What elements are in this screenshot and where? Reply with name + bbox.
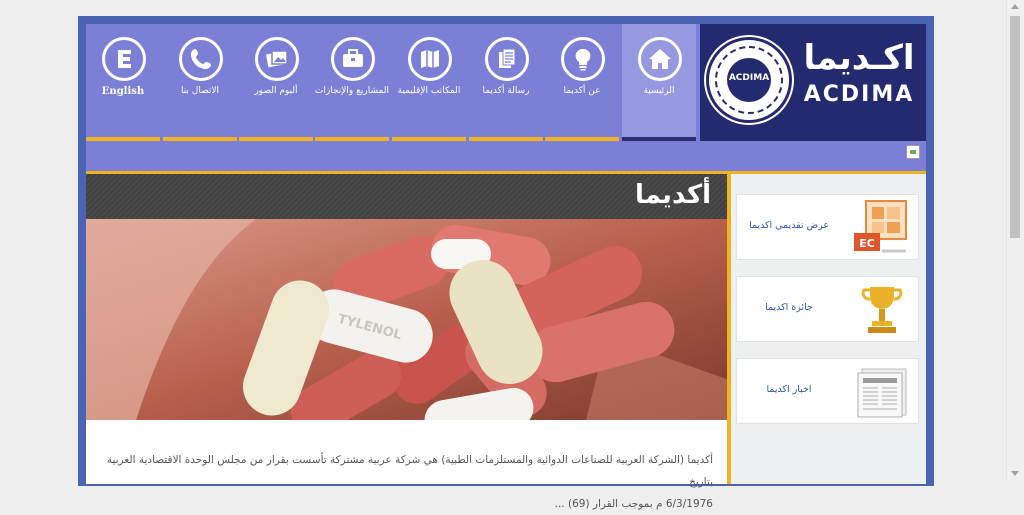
briefcase-icon — [331, 37, 375, 81]
sidebar-item-award[interactable]: جائزة اكديما — [736, 276, 919, 342]
nav-label: English — [101, 86, 145, 97]
home-icon — [638, 37, 682, 81]
nav-label: الرئيسية — [643, 86, 675, 96]
trophy-icon — [852, 281, 912, 339]
main-navigation: English الاتصال بنا ألبوم الصور المشاريع… — [86, 24, 698, 141]
logo-latin-text: ACDIMA — [803, 82, 915, 107]
intro-line: 6/3/1976 م بموجب القرار (69) ... — [554, 498, 713, 510]
sidebar-item-presentation[interactable]: عرض تقديمي اكديما EC — [736, 194, 919, 260]
page-scrollbar[interactable] — [1006, 0, 1024, 481]
nav-item-english[interactable]: English — [86, 24, 160, 141]
sidebar-item-label: جائزة اكديما — [765, 302, 813, 313]
nav-item-home[interactable]: الرئيسية — [622, 24, 696, 141]
title-bar: أكديما — [86, 174, 727, 219]
intro-line: أكديما (الشركة العربية للصناعات الدوائية… — [106, 454, 713, 488]
sidebar-item-label: عرض تقديمي اكديما — [748, 220, 830, 231]
sidebar-item-label: اخبار اكديما — [766, 384, 812, 395]
sidebar: عرض تقديمي اكديما EC جائزة اكديما اخبار … — [731, 174, 926, 484]
nav-label: المشاريع والإنجازات — [314, 86, 389, 96]
intro-text: أكديما (الشركة العربية للصناعات الدوائية… — [101, 449, 713, 515]
nav-label: الاتصال بنا — [180, 86, 220, 96]
nav-item-regional-offices[interactable]: المكاتب الإقليمية — [392, 24, 466, 141]
acdima-seal-icon: ACDIMA — [706, 37, 792, 123]
page-frame: English الاتصال بنا ألبوم الصور المشاريع… — [78, 16, 934, 510]
nav-item-acdima-message[interactable]: رسالة أكديما — [469, 24, 543, 141]
nav-label: المكاتب الإقليمية — [397, 86, 461, 96]
scroll-down-arrow-icon[interactable] — [1011, 471, 1019, 476]
nav-band — [86, 141, 926, 171]
documents-icon — [485, 37, 529, 81]
hero-image-pills: TYLENOL — [86, 219, 727, 420]
main-content: أكديما TYLENOL أكديما (الشركة العربية لل… — [86, 174, 727, 510]
nav-item-contact[interactable]: الاتصال بنا — [163, 24, 237, 141]
site-container: English الاتصال بنا ألبوم الصور المشاريع… — [86, 24, 926, 510]
nav-label: رسالة أكديما — [482, 86, 530, 96]
seal-text: ACDIMA — [728, 73, 770, 83]
newspaper-icon — [852, 363, 912, 421]
broken-image-icon — [906, 145, 920, 159]
phone-icon — [179, 37, 223, 81]
map-icon — [408, 37, 452, 81]
logo-arabic-text: اكـديما — [803, 38, 915, 78]
sidebar-item-news[interactable]: اخبار اكديما — [736, 358, 919, 424]
letter-e-icon — [102, 37, 146, 81]
scroll-up-arrow-icon[interactable] — [1011, 4, 1019, 9]
nav-label: ألبوم الصور — [254, 86, 298, 96]
page-title: أكديما — [634, 180, 711, 210]
acdima-logo[interactable]: ACDIMA اكـديما ACDIMA — [700, 24, 926, 141]
nav-item-about[interactable]: عن أكديما — [545, 24, 619, 141]
presentation-icon: EC — [852, 199, 912, 257]
photo-album-icon — [255, 37, 299, 81]
nav-label: عن أكديما — [563, 86, 601, 96]
nav-item-photo-album[interactable]: ألبوم الصور — [239, 24, 313, 141]
scrollbar-thumb[interactable] — [1010, 16, 1020, 238]
lightbulb-icon — [561, 37, 605, 81]
nav-item-projects[interactable]: المشاريع والإنجازات — [315, 24, 389, 141]
svg-text:EC: EC — [859, 237, 875, 250]
